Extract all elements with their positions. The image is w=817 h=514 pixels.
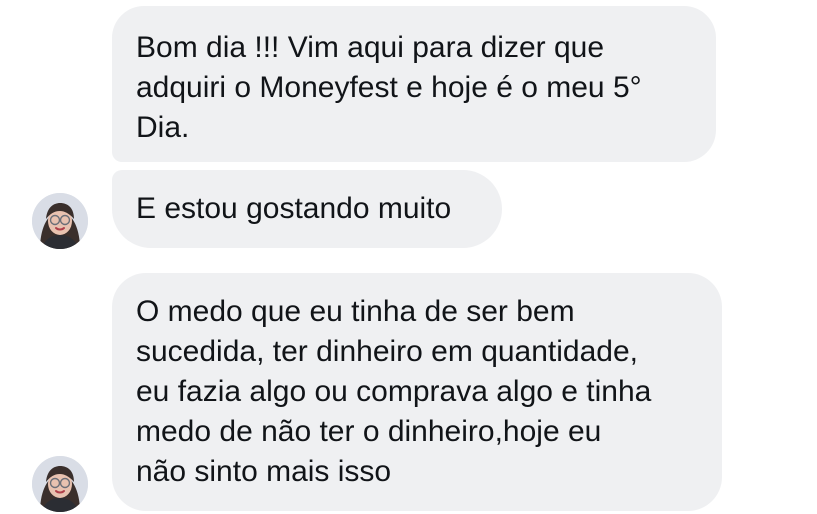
sender-avatar[interactable] (32, 456, 88, 512)
message-text-line: não sinto mais isso (136, 455, 392, 488)
message-text-line: eu fazia algo ou comprava algo e tinha (136, 375, 652, 408)
message-bubble: Bom dia !!! Vim aqui para dizer que adqu… (112, 6, 716, 162)
avatar-photo-icon (32, 193, 88, 249)
message-text-line: Dia. (136, 111, 190, 144)
message-bubble: O medo que eu tinha de ser bem sucedida,… (112, 273, 722, 511)
message-text-line: sucedida, ter dinheiro em quantidade, (136, 335, 639, 368)
message-text-line: medo de não ter o dinheiro,hoje eu (136, 415, 602, 448)
sender-avatar[interactable] (32, 193, 88, 249)
avatar-photo-icon (32, 456, 88, 512)
message-text-line: adquiri o Moneyfest e hoje é o meu 5° (136, 71, 642, 104)
message-text-line: E estou gostando muito (136, 192, 452, 225)
message-text-line: Bom dia !!! Vim aqui para dizer que (136, 31, 605, 64)
chat-thread: Bom dia !!! Vim aqui para dizer que adqu… (0, 0, 817, 514)
message-text-line: O medo que eu tinha de ser bem (136, 295, 575, 328)
message-bubble: E estou gostando muito (112, 170, 502, 248)
